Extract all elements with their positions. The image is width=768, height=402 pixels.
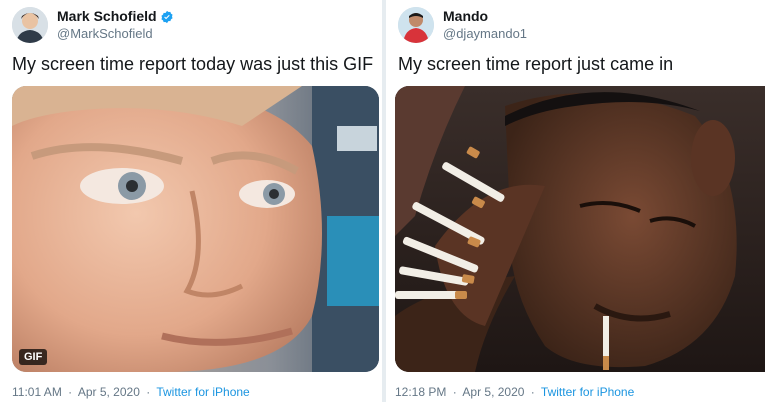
author-name[interactable]: Mando bbox=[443, 8, 488, 25]
tweet-date[interactable]: Apr 5, 2020 bbox=[462, 385, 524, 399]
meta-separator: · bbox=[68, 385, 73, 399]
tweet-media-image[interactable] bbox=[395, 86, 765, 372]
verified-badge-icon bbox=[160, 10, 174, 24]
author-block: Mark Schofield @MarkSchofield bbox=[57, 8, 174, 42]
tweet-header: Mando @djaymando1 bbox=[398, 6, 527, 44]
tweet-image bbox=[395, 86, 765, 372]
tweet-text: My screen time report today was just thi… bbox=[12, 54, 374, 74]
author-handle[interactable]: @MarkSchofield bbox=[57, 25, 174, 42]
tweet-meta: 12:18 PM · Apr 5, 2020 · Twitter for iPh… bbox=[395, 385, 634, 399]
tweet-header: Mark Schofield @MarkSchofield bbox=[12, 6, 174, 44]
tweet-card-mando[interactable]: Mando @djaymando1 My screen time report … bbox=[386, 0, 768, 402]
author-handle[interactable]: @djaymando1 bbox=[443, 25, 527, 42]
author-block: Mando @djaymando1 bbox=[443, 8, 527, 42]
tweet-media-gif[interactable]: GIF bbox=[12, 86, 379, 372]
avatar[interactable] bbox=[398, 7, 434, 43]
avatar[interactable] bbox=[12, 7, 48, 43]
tweet-card-mark-schofield[interactable]: Mark Schofield @MarkSchofield My screen … bbox=[0, 0, 382, 402]
author-name[interactable]: Mark Schofield bbox=[57, 8, 157, 25]
tweet-source-link[interactable]: Twitter for iPhone bbox=[156, 385, 249, 399]
screenshot-collage: Mark Schofield @MarkSchofield My screen … bbox=[0, 0, 768, 402]
name-row: Mark Schofield bbox=[57, 8, 174, 25]
name-row: Mando bbox=[443, 8, 527, 25]
tweet-time[interactable]: 12:18 PM bbox=[395, 385, 446, 399]
tweet-meta: 11:01 AM · Apr 5, 2020 · Twitter for iPh… bbox=[12, 385, 250, 399]
tweet-time[interactable]: 11:01 AM bbox=[12, 385, 62, 399]
meta-separator: · bbox=[146, 385, 151, 399]
gif-image bbox=[12, 86, 379, 372]
meta-separator: · bbox=[530, 385, 535, 399]
meta-separator: · bbox=[452, 385, 457, 399]
tweet-text: My screen time report just came in bbox=[398, 54, 674, 74]
tweet-source-link[interactable]: Twitter for iPhone bbox=[541, 385, 634, 399]
tweet-date[interactable]: Apr 5, 2020 bbox=[78, 385, 140, 399]
gif-badge: GIF bbox=[19, 349, 48, 365]
